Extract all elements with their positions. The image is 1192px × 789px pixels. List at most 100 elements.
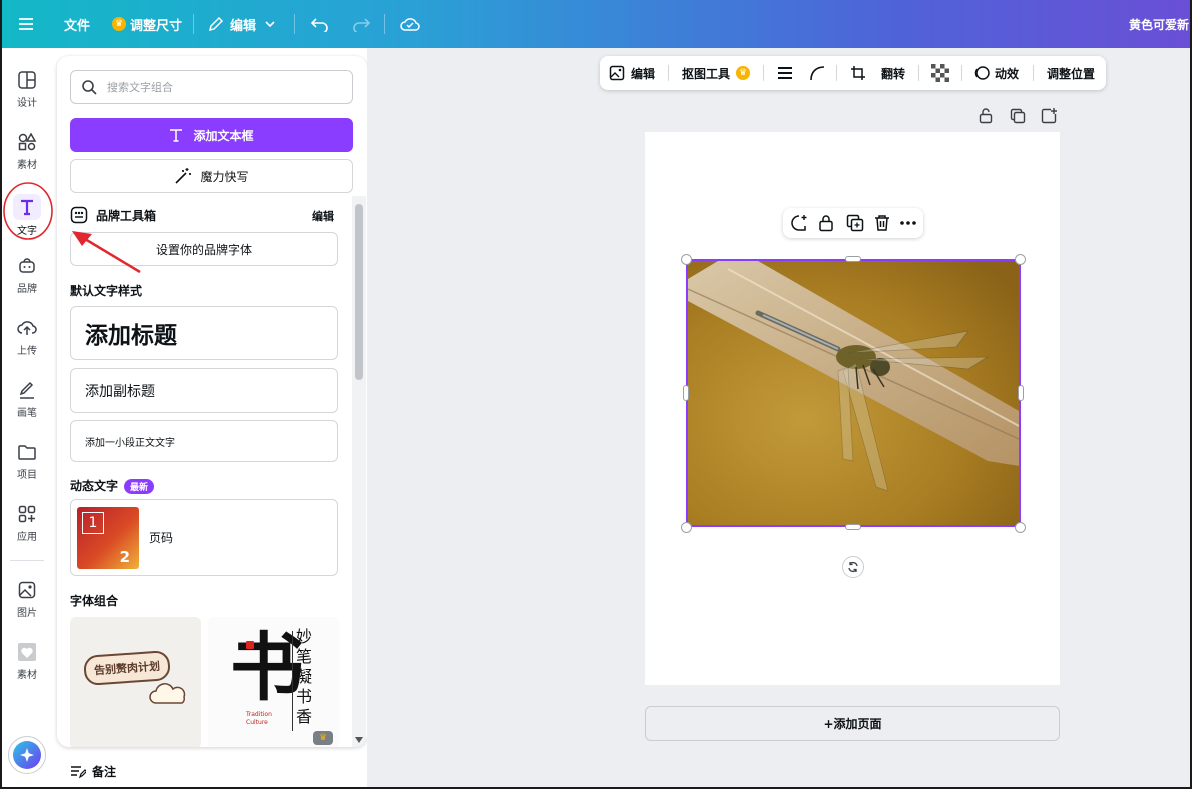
font-combo-card-2[interactable]: 书 妙笔凝书香 Tradition Culture ♛	[208, 617, 339, 747]
add-body-text-button[interactable]: 添加一小段正文文字	[70, 420, 338, 462]
rail-label: 设计	[17, 98, 37, 109]
flip-button[interactable]: 翻转	[881, 56, 905, 90]
file-menu[interactable]: 文件	[64, 0, 90, 48]
rail-label: 素材	[17, 670, 37, 681]
rail-item-uploads[interactable]: 上传	[2, 318, 52, 357]
edit-image-button[interactable]: 编辑	[609, 56, 655, 90]
crop-icon[interactable]	[850, 56, 866, 90]
panel-scrollbar-thumb[interactable]	[355, 204, 363, 380]
scroll-down-icon[interactable]	[355, 737, 363, 743]
resize-handle-top-left[interactable]	[681, 254, 692, 265]
page-thumb-2: 2	[119, 547, 130, 566]
rail-label: 素材	[17, 160, 37, 171]
cloud-saved-icon[interactable]	[400, 0, 420, 48]
menu-icon[interactable]	[18, 0, 34, 48]
document-title[interactable]: 黄色可爱新	[1129, 0, 1189, 48]
rail-item-assets[interactable]: 素材	[2, 642, 52, 681]
add-subheading-button[interactable]: 添加副标题	[70, 368, 338, 413]
divider	[1033, 65, 1034, 81]
divider	[384, 14, 385, 34]
shapes-icon	[18, 132, 37, 151]
bg-remover-button[interactable]: 抠图工具 ♛	[682, 56, 754, 90]
add-textbox-button[interactable]: 添加文本框	[70, 118, 353, 152]
redo-icon[interactable]	[352, 0, 370, 48]
position-button[interactable]: 调整位置	[1047, 56, 1095, 90]
animate-button[interactable]: 动效	[974, 56, 1019, 90]
magic-write-button[interactable]: 魔力快写	[70, 159, 353, 193]
resize-handle-left[interactable]	[683, 385, 689, 401]
animate-label: 动效	[995, 66, 1020, 81]
duplicate-icon[interactable]	[846, 214, 864, 232]
rail-label: 画笔	[17, 408, 37, 419]
rail-label: 项目	[17, 470, 37, 481]
combo2-vertical-text: 妙笔凝书香	[296, 627, 313, 726]
brand-kit-edit-link[interactable]: 编辑	[312, 208, 334, 224]
annotation-circle	[3, 182, 53, 240]
notes-button[interactable]: 备注	[70, 763, 116, 780]
rotate-handle[interactable]	[842, 556, 864, 578]
add-textbox-label: 添加文本框	[193, 128, 254, 143]
rail-item-elements[interactable]: 素材	[2, 132, 52, 171]
corner-rounding-icon[interactable]	[809, 56, 825, 90]
annotation-arrow	[72, 231, 141, 274]
lock-icon[interactable]	[818, 214, 834, 232]
magic-write-label: 魔力快写	[200, 169, 249, 184]
comment-add-icon[interactable]	[790, 214, 808, 232]
resize-handle-bottom[interactable]	[845, 524, 861, 530]
page-number-card[interactable]: 1 2 页码	[70, 499, 338, 576]
resize-button[interactable]: ♛ 调整尺寸	[112, 0, 182, 48]
new-badge: 最新	[124, 479, 155, 494]
resize-handle-top-right[interactable]	[1015, 254, 1026, 265]
magic-assistant-button[interactable]	[8, 736, 46, 774]
add-page-icon[interactable]	[1041, 108, 1057, 124]
apps-icon	[18, 505, 36, 523]
edit-mode-label: 编辑	[230, 18, 257, 34]
rotate-icon	[848, 561, 858, 573]
border-style-icon[interactable]	[777, 56, 793, 90]
rail-item-design[interactable]: 设计	[2, 70, 52, 109]
add-heading-button[interactable]: 添加标题	[70, 306, 338, 360]
image-edit-icon	[609, 65, 625, 81]
divider	[193, 14, 194, 34]
crown-icon: ♛	[736, 66, 751, 80]
rail-item-projects[interactable]: 项目	[2, 442, 52, 481]
brand-kit-header: 品牌工具箱	[70, 206, 156, 224]
duplicate-page-icon[interactable]	[1010, 108, 1026, 124]
sparkle-icon	[13, 741, 41, 769]
rail-item-apps[interactable]: 应用	[2, 504, 52, 543]
resize-handle-right[interactable]	[1018, 385, 1024, 401]
cloud-sticker-icon	[149, 683, 186, 704]
dynamic-text-label: 动态文字	[70, 479, 119, 493]
divider	[294, 14, 295, 34]
trash-icon[interactable]	[874, 214, 890, 232]
dragonfly-photo[interactable]	[686, 259, 1021, 527]
undo-icon[interactable]	[311, 0, 329, 48]
pen-icon	[19, 381, 34, 399]
add-page-button[interactable]: +添加页面	[645, 706, 1060, 741]
crown-icon: ♛	[112, 17, 126, 31]
more-options-icon[interactable]	[900, 221, 916, 225]
resize-handle-bottom-left[interactable]	[681, 522, 692, 533]
font-combo-card-1[interactable]: 告别赘肉计划	[70, 617, 201, 747]
divider	[763, 65, 764, 81]
transparency-icon[interactable]	[931, 56, 949, 90]
red-seal-icon	[246, 641, 254, 649]
rail-label: 上传	[17, 346, 37, 357]
rail-item-brand[interactable]: 品牌	[2, 256, 52, 295]
divider	[292, 631, 293, 731]
edit-mode-button[interactable]: 编辑	[208, 0, 276, 48]
rail-item-photos[interactable]: 图片	[2, 580, 52, 619]
resize-handle-bottom-right[interactable]	[1015, 522, 1026, 533]
search-input[interactable]: 搜索文字组合	[70, 70, 353, 104]
rail-item-draw[interactable]: 画笔	[2, 380, 52, 419]
rail-label: 品牌	[17, 284, 37, 295]
edit-image-label: 编辑	[631, 66, 656, 81]
resize-handle-top[interactable]	[845, 256, 861, 262]
divider	[918, 65, 919, 81]
lock-page-icon[interactable]	[979, 108, 993, 124]
rail-label: 应用	[17, 532, 37, 543]
element-floating-toolbar	[783, 208, 923, 238]
divider	[10, 560, 44, 561]
brand-icon	[19, 258, 35, 273]
page-number-thumbnail: 1 2	[77, 506, 139, 569]
